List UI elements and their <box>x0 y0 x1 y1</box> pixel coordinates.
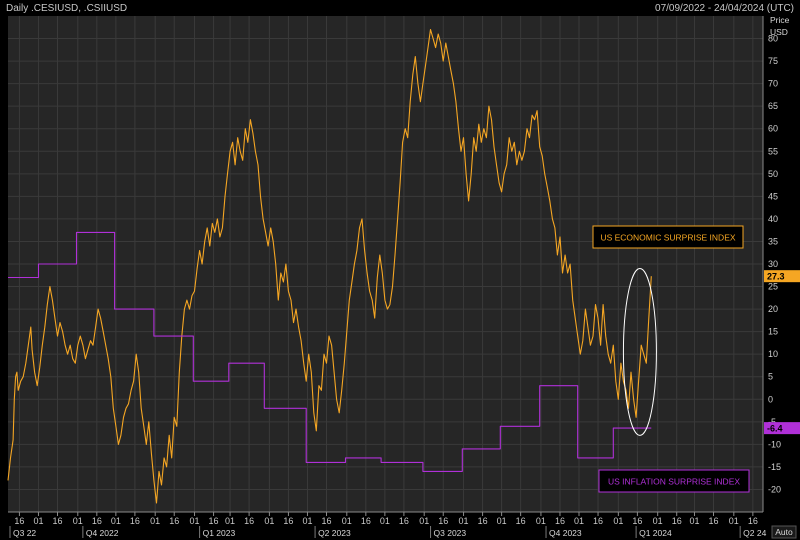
x-tick-label: 01 <box>613 516 623 526</box>
x-tick-label: 16 <box>672 516 682 526</box>
y-tick-label: 25 <box>768 282 778 292</box>
axis-unit-label: USD <box>770 27 788 37</box>
axis-unit-label: Price <box>770 15 790 25</box>
x-tick-label: 16 <box>478 516 488 526</box>
x-tick-label: 01 <box>459 516 469 526</box>
quarter-label: Q2 24 <box>743 528 766 538</box>
x-tick-label: 16 <box>555 516 565 526</box>
y-tick-label: 65 <box>768 101 778 111</box>
x-tick-label: 01 <box>380 516 390 526</box>
y-tick-label: 10 <box>768 349 778 359</box>
y-tick-label: 20 <box>768 304 778 314</box>
quarter-label: Q4 2022 <box>86 528 119 538</box>
y-tick-label: 35 <box>768 236 778 246</box>
quarter-label: Q3 2023 <box>434 528 467 538</box>
x-tick-label: 16 <box>632 516 642 526</box>
x-tick-label: 16 <box>169 516 179 526</box>
x-tick-label: 01 <box>689 516 699 526</box>
x-tick-label: 01 <box>419 516 429 526</box>
x-tick-label: 16 <box>399 516 409 526</box>
x-tick-label: 16 <box>748 516 758 526</box>
y-tick-label: 5 <box>768 372 773 382</box>
x-tick-label: 16 <box>438 516 448 526</box>
x-tick-label: 01 <box>111 516 121 526</box>
x-tick-label: 16 <box>14 516 24 526</box>
y-tick-label: -10 <box>768 439 781 449</box>
y-tick-label: 15 <box>768 327 778 337</box>
x-tick-label: 16 <box>92 516 102 526</box>
x-tick-label: 01 <box>33 516 43 526</box>
x-tick-label: 16 <box>52 516 62 526</box>
quarter-label: Q3 22 <box>13 528 36 538</box>
chart-window: Daily .CESIUSD, .CSIIUSD 07/09/2022 - 24… <box>0 0 800 540</box>
y-tick-label: -20 <box>768 484 781 494</box>
x-tick-label: 16 <box>283 516 293 526</box>
annotation-label: US ECONOMIC SURPRISE INDEX <box>600 233 735 243</box>
y-tick-label: 70 <box>768 79 778 89</box>
x-tick-label: 16 <box>361 516 371 526</box>
y-tick-label: 60 <box>768 124 778 134</box>
x-tick-label: 01 <box>574 516 584 526</box>
quarter-label: Q1 2023 <box>203 528 236 538</box>
x-tick-label: 01 <box>190 516 200 526</box>
x-tick-label: 16 <box>321 516 331 526</box>
auto-scale-label: Auto <box>775 527 793 537</box>
annotation-label: US INFLATION SURPRISE INDEX <box>608 477 740 487</box>
y-tick-label: 50 <box>768 169 778 179</box>
x-tick-label: 01 <box>497 516 507 526</box>
y-tick-label: 40 <box>768 214 778 224</box>
x-tick-label: 01 <box>653 516 663 526</box>
x-tick-label: 16 <box>244 516 254 526</box>
x-tick-label: 16 <box>130 516 140 526</box>
y-tick-label: 55 <box>768 146 778 156</box>
x-tick-label: 01 <box>150 516 160 526</box>
x-tick-label: 01 <box>729 516 739 526</box>
y-tick-label: 0 <box>768 394 773 404</box>
y-tick-label: -15 <box>768 462 781 472</box>
y-tick-label: 75 <box>768 56 778 66</box>
x-tick-label: 01 <box>302 516 312 526</box>
x-tick-label: 16 <box>209 516 219 526</box>
quarter-label: Q1 2024 <box>639 528 672 538</box>
x-tick-label: 01 <box>264 516 274 526</box>
x-tick-label: 01 <box>536 516 546 526</box>
y-tick-label: 45 <box>768 191 778 201</box>
last-value-label: -6.4 <box>767 424 783 434</box>
x-tick-label: 01 <box>342 516 352 526</box>
x-tick-label: 01 <box>225 516 235 526</box>
chart-canvas: 80757065605550454035302520151050-5-10-15… <box>7 15 800 539</box>
x-tick-label: 01 <box>73 516 83 526</box>
last-value-label: 27.3 <box>767 272 785 282</box>
x-tick-label: 16 <box>516 516 526 526</box>
quarter-label: Q4 2023 <box>549 528 582 538</box>
quarter-label: Q2 2023 <box>318 528 351 538</box>
y-tick-label: 30 <box>768 259 778 269</box>
x-tick-label: 16 <box>709 516 719 526</box>
x-tick-label: 16 <box>593 516 603 526</box>
